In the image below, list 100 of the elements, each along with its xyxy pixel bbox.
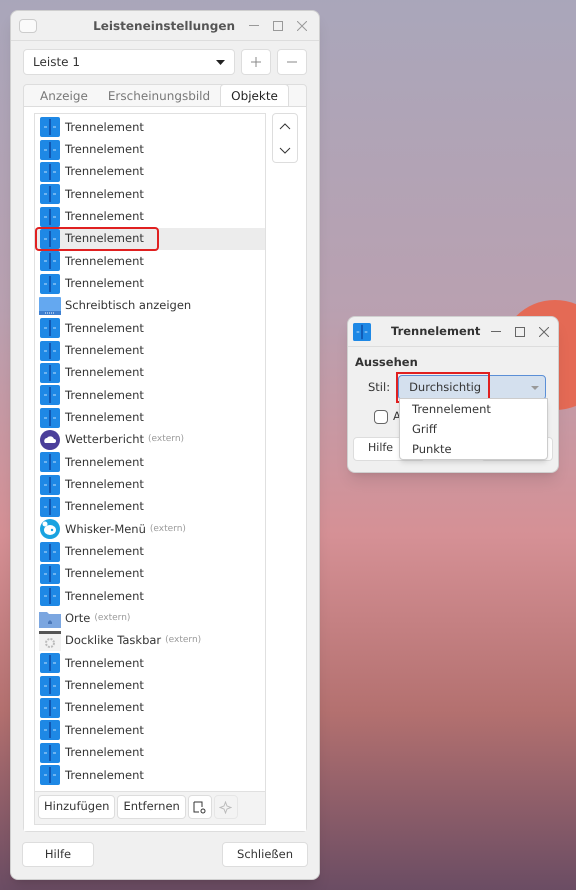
item-label: Trennelement (65, 342, 144, 359)
list-action-button[interactable]: Entfernen (117, 795, 186, 819)
item-label: Whisker-Menü (65, 520, 146, 538)
chevron-down-icon[interactable] (279, 146, 292, 154)
separator-icon (40, 206, 60, 227)
item-label: Trennelement (65, 409, 144, 426)
minus-icon (287, 61, 297, 63)
menu-option[interactable]: Trennelement (400, 399, 491, 419)
properties-button[interactable] (188, 795, 212, 819)
item-label: Trennelement (65, 677, 144, 694)
expand-checkbox[interactable] (374, 410, 388, 424)
separator-icon (40, 385, 60, 406)
list-item[interactable]: Trennelement (35, 339, 266, 362)
list-item[interactable]: Trennelement (35, 116, 266, 138)
item-label: Trennelement (65, 766, 144, 784)
item-label: Trennelement (65, 744, 144, 762)
list-item[interactable]: Trennelement (35, 696, 266, 720)
tab[interactable]: Erscheinungsbild (98, 86, 220, 106)
separator-icon (40, 251, 60, 272)
separator-icon (40, 162, 60, 182)
item-label: Schreibtisch anzeigen (65, 297, 192, 314)
footer-button[interactable]: Schließen (222, 842, 308, 867)
separator-icon (40, 452, 60, 472)
separator-icon (40, 720, 60, 740)
desktop-icon (39, 296, 61, 315)
separator-icon (40, 140, 60, 160)
list-item[interactable]: Wetterbericht (extern) (35, 428, 266, 452)
list-item[interactable]: Schreibtisch anzeigen (35, 294, 266, 318)
item-label: Trennelement (65, 476, 144, 494)
separator-icon (40, 474, 60, 495)
separator-icon (40, 742, 60, 763)
list-item[interactable]: Trennelement (35, 674, 266, 697)
list-item[interactable]: Docklike Taskbar (extern) (35, 630, 266, 652)
list-item[interactable]: Trennelement (35, 272, 266, 295)
list-item[interactable]: Trennelement (35, 451, 266, 474)
separator-icon (40, 340, 60, 361)
item-label: Trennelement (65, 565, 144, 582)
add-panel-button[interactable] (241, 49, 271, 75)
item-note: (extern) (148, 433, 184, 446)
list-item[interactable]: Trennelement (35, 205, 266, 228)
list-item[interactable]: Trennelement (35, 362, 266, 384)
panel-dropdown[interactable]: Leiste 1 (23, 49, 235, 75)
separator-icon (40, 564, 60, 584)
item-label: Trennelement (65, 163, 144, 180)
list-item[interactable]: Trennelement (35, 719, 266, 742)
caret-icon (531, 386, 540, 390)
separator-icon (40, 274, 60, 294)
item-label: Trennelement (65, 543, 144, 560)
list-item[interactable]: Trennelement (35, 317, 266, 340)
list-item[interactable]: Trennelement (35, 585, 266, 608)
menu-option[interactable]: Griff (400, 419, 437, 439)
list-item[interactable]: Trennelement (35, 250, 266, 272)
list-item[interactable]: Trennelement (35, 764, 266, 786)
folder-icon (39, 610, 61, 628)
separator-icon (40, 408, 60, 428)
separator-icon (40, 117, 60, 138)
item-label: Trennelement (65, 498, 144, 516)
list-item[interactable]: Whisker-Menü (extern) (35, 518, 266, 541)
list-item[interactable]: Trennelement (35, 160, 266, 184)
cloud-icon (40, 430, 60, 450)
item-label: Trennelement (65, 274, 144, 292)
maximize-icon (273, 20, 283, 30)
list-item[interactable]: Trennelement (35, 183, 266, 206)
list-item[interactable]: Trennelement (35, 742, 266, 764)
separator-icon (40, 542, 60, 562)
list-item[interactable]: Trennelement (35, 138, 266, 161)
item-label: Trennelement (65, 320, 144, 337)
item-label: Trennelement (65, 118, 144, 136)
list-item[interactable]: Orte (extern) (35, 608, 266, 630)
item-note: (extern) (150, 522, 186, 536)
list-item[interactable]: Trennelement (35, 406, 266, 429)
footer-button[interactable]: Hilfe (22, 842, 94, 867)
list-item[interactable]: Trennelement (35, 474, 266, 496)
separator-icon (40, 765, 60, 786)
minimize-icon (491, 331, 501, 332)
separator-icon (40, 497, 60, 518)
dialog-title: Trennelement (391, 322, 480, 340)
item-label: Orte (65, 610, 90, 628)
separator-icon (353, 322, 371, 340)
list-item[interactable]: Trennelement (35, 562, 266, 586)
separator-icon (40, 184, 60, 204)
maximize-icon (515, 326, 525, 336)
list-item[interactable]: Trennelement (35, 652, 266, 675)
list-item[interactable]: Trennelement (35, 384, 266, 406)
star-icon (219, 800, 232, 814)
separator-icon (40, 362, 60, 383)
plus-icon (251, 57, 261, 67)
chevron-up-icon[interactable] (279, 122, 292, 130)
style-dropdown[interactable]: Durchsichtig (398, 375, 546, 400)
section-heading: Aussehen (355, 354, 418, 371)
item-label: Trennelement (65, 252, 144, 270)
item-label: Wetterbericht (65, 431, 144, 448)
tab[interactable]: Anzeige (30, 86, 98, 106)
list-item[interactable]: Trennelement (35, 540, 266, 563)
list-action-button[interactable]: Hinzufügen (38, 795, 116, 819)
tab[interactable]: Objekte (220, 84, 289, 106)
separator-icon (40, 698, 60, 718)
list-item[interactable]: Trennelement (35, 228, 266, 250)
list-item[interactable]: Trennelement (35, 496, 266, 518)
close-icon[interactable] (539, 326, 549, 336)
